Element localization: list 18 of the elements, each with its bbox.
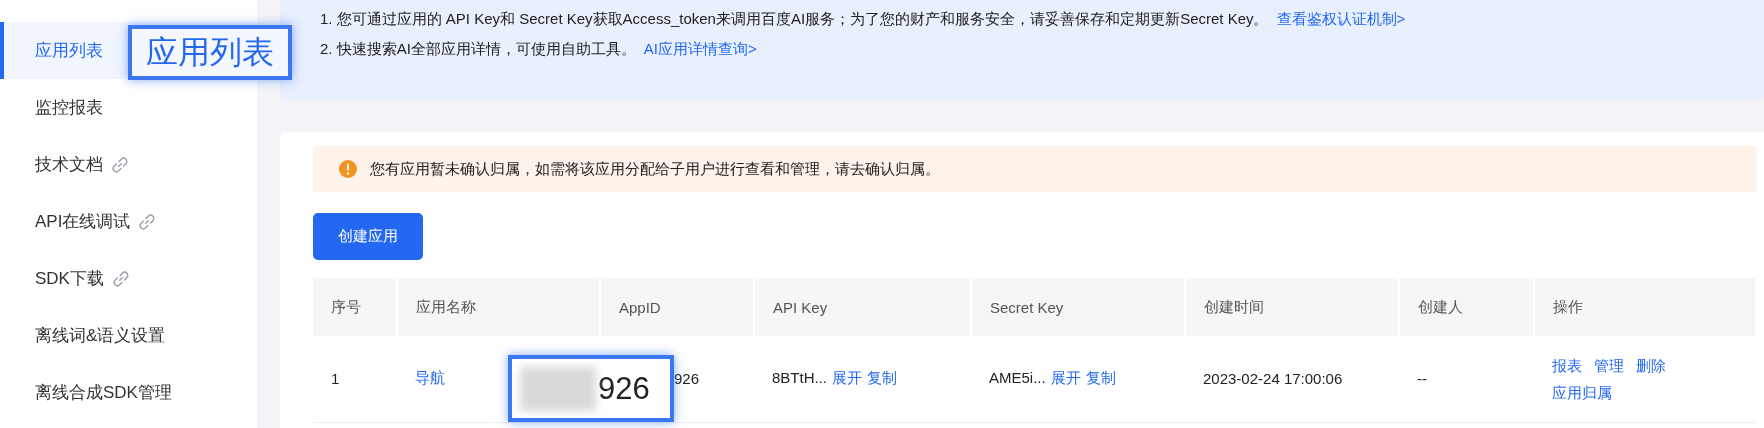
table-cell: 2023-02-24 17:00:06	[1185, 336, 1399, 422]
table-cell: 1	[313, 336, 397, 422]
column-header: 应用名称	[397, 278, 600, 336]
key-text: 8BTtH...	[772, 369, 827, 387]
column-header: API Key	[754, 278, 971, 336]
column-header: 创建时间	[1185, 278, 1399, 336]
key-text: AME5i...	[989, 369, 1046, 387]
warning-text: 您有应用暂未确认归属，如需将该应用分配给子用户进行查看和管理，请去确认归属。	[370, 159, 940, 179]
notice-text: 2. 快速搜索AI全部应用详情，可使用自助工具。	[320, 40, 636, 57]
column-header: AppID	[600, 278, 754, 336]
column-header: 创建人	[1399, 278, 1534, 336]
column-header: 序号	[313, 278, 397, 336]
table-cell: --	[1399, 336, 1534, 422]
callout-text: 应用列表	[146, 32, 274, 72]
column-header: 操作	[1534, 278, 1756, 336]
notice-text: 1. 您可通过应用的 API Key和 Secret Key获取Access_token来调用百度AI服务；为了您的财产和服务安全，请妥善保存和定期更新Secret Key。	[320, 10, 1269, 27]
column-header: Secret Key	[971, 278, 1185, 336]
callout-text: 926	[598, 370, 650, 407]
